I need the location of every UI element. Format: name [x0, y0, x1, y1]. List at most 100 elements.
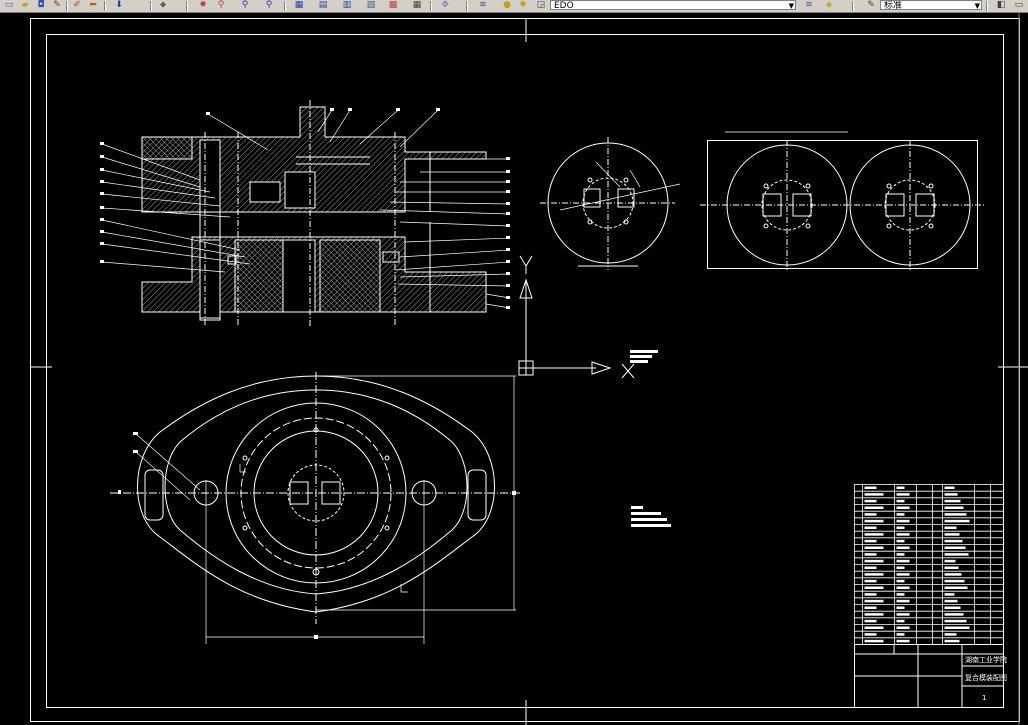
help-icon[interactable]: ⯑ — [438, 0, 452, 11]
parts-list-cell — [944, 513, 967, 516]
layer-previous-icon[interactable]: ◈ — [822, 0, 836, 11]
sheet-set-icon[interactable]: ▧ — [364, 0, 378, 11]
properties-icon[interactable]: ▦ — [292, 0, 306, 11]
save-icon[interactable]: ◘ — [34, 0, 48, 11]
parts-list-cell — [896, 593, 905, 596]
parts-list-cell — [896, 613, 910, 616]
parts-list-cell — [896, 579, 905, 583]
parts-list-cell — [944, 519, 970, 523]
parts-list-cell — [864, 573, 884, 576]
pan-icon[interactable]: ⬇ — [112, 0, 126, 11]
parts-list-cell — [944, 546, 966, 549]
plan-view — [110, 372, 520, 644]
parts-list-cell — [944, 493, 958, 496]
layer-combo[interactable]: EDO ▼ — [550, 0, 796, 10]
ucs-labels — [630, 350, 658, 363]
style-combo-value: 标准 — [884, 1, 903, 10]
parts-list-cell — [896, 546, 910, 549]
parts-list-cell — [864, 566, 877, 569]
zoom-window-icon[interactable]: ⚲ — [214, 0, 228, 11]
section-view — [100, 100, 511, 327]
parts-list-cell — [896, 573, 910, 576]
parts-list-cell — [864, 493, 884, 496]
parts-list-cell — [944, 593, 955, 596]
zoom-extents-icon[interactable]: ⚲ — [262, 0, 276, 11]
undo-icon[interactable]: ⬅ — [86, 0, 100, 11]
plot-style-icon[interactable]: ▭ — [1012, 0, 1026, 11]
parts-list-cell — [944, 606, 961, 609]
parts-list-cell — [896, 553, 905, 556]
parts-list-cell — [864, 526, 877, 529]
part-top-view — [540, 137, 681, 270]
parts-list-cell — [896, 626, 910, 629]
parts-list-cell — [896, 599, 910, 603]
chevron-down-icon: ▼ — [974, 2, 980, 10]
parts-list-cell — [864, 506, 884, 509]
parts-list-cell — [896, 499, 905, 503]
text-style-icon[interactable]: ✎ — [864, 0, 878, 11]
parts-list-cell — [864, 539, 877, 543]
parts-list-cell — [864, 579, 877, 583]
lock-icon[interactable]: ◲ — [534, 0, 548, 11]
parts-list-cell — [944, 486, 955, 489]
strip-layout-view — [700, 131, 985, 270]
parts-list-cell — [944, 539, 963, 543]
redraw-icon[interactable]: ⬥ — [156, 0, 170, 11]
parts-list-cell — [864, 586, 884, 589]
parts-list — [854, 484, 1004, 645]
design-center-icon[interactable]: ▤ — [316, 0, 330, 11]
parts-list-cell — [864, 546, 884, 549]
inner-sheet-border — [46, 34, 1004, 708]
parts-list-cell — [944, 579, 965, 583]
zoom-realtime-icon[interactable]: ✸ — [196, 0, 210, 11]
school-name: 湖南工业学院 — [965, 655, 1007, 664]
parts-list-cell — [864, 633, 877, 636]
parts-list-cell — [896, 506, 910, 509]
parts-list-cell — [864, 599, 884, 603]
parts-list-cell — [944, 533, 960, 536]
parts-list-cell — [896, 513, 905, 516]
drawing-canvas[interactable]: 湖南工业学院 复合模装配图 1 — [0, 12, 1028, 725]
parts-list-cell — [864, 613, 884, 616]
parts-list-cell — [944, 586, 968, 589]
layer-manager-icon[interactable]: ≋ — [476, 0, 490, 11]
parts-list-cell — [944, 613, 964, 616]
outer-sheet-border — [30, 18, 1020, 722]
print-icon[interactable]: ✎ — [50, 0, 64, 11]
zoom-previous-icon[interactable]: ⚲ — [238, 0, 252, 11]
parts-list-cell — [944, 506, 964, 509]
markup-icon[interactable]: ▩ — [386, 0, 400, 11]
calculator-icon[interactable]: ▦ — [410, 0, 424, 11]
parts-list-cell — [864, 626, 884, 629]
make-current-icon[interactable]: ≋ — [802, 0, 816, 11]
chevron-down-icon: ▼ — [788, 2, 794, 10]
parts-list-cell — [944, 559, 956, 563]
parts-list-cell — [896, 586, 910, 589]
parts-list-cell — [944, 499, 961, 503]
match-properties-icon[interactable]: ✐ — [70, 0, 84, 11]
parts-list-cell — [896, 633, 905, 636]
parts-list-cell — [896, 493, 910, 496]
parts-list-cell — [944, 599, 958, 603]
style-combo[interactable]: 标准 ▼ — [880, 0, 982, 10]
parts-list-cell — [896, 566, 905, 569]
parts-list-cell — [864, 606, 877, 609]
parts-list-cell — [896, 559, 910, 563]
layer-state-icon[interactable]: ● — [500, 0, 514, 11]
parts-list-cell — [896, 486, 905, 489]
sheet-number: 1 — [982, 694, 986, 702]
parts-list-cell — [944, 553, 969, 556]
new-file-icon[interactable]: ▭ — [2, 0, 16, 11]
parts-list-cell — [896, 619, 905, 623]
parts-list-cell — [944, 526, 957, 529]
parts-list-cell — [896, 533, 910, 536]
dimension-style-icon[interactable]: ◧ — [994, 0, 1008, 11]
parts-list-cell — [864, 486, 877, 489]
parts-list-cell — [944, 619, 967, 623]
open-folder-icon[interactable]: ▰ — [18, 0, 32, 11]
tool-palette-icon[interactable]: ▥ — [340, 0, 354, 11]
parts-list-cell — [944, 573, 962, 576]
parts-list-cell — [864, 593, 877, 596]
freeze-icon[interactable]: ✹ — [516, 0, 530, 11]
parts-list-cell — [864, 619, 877, 623]
